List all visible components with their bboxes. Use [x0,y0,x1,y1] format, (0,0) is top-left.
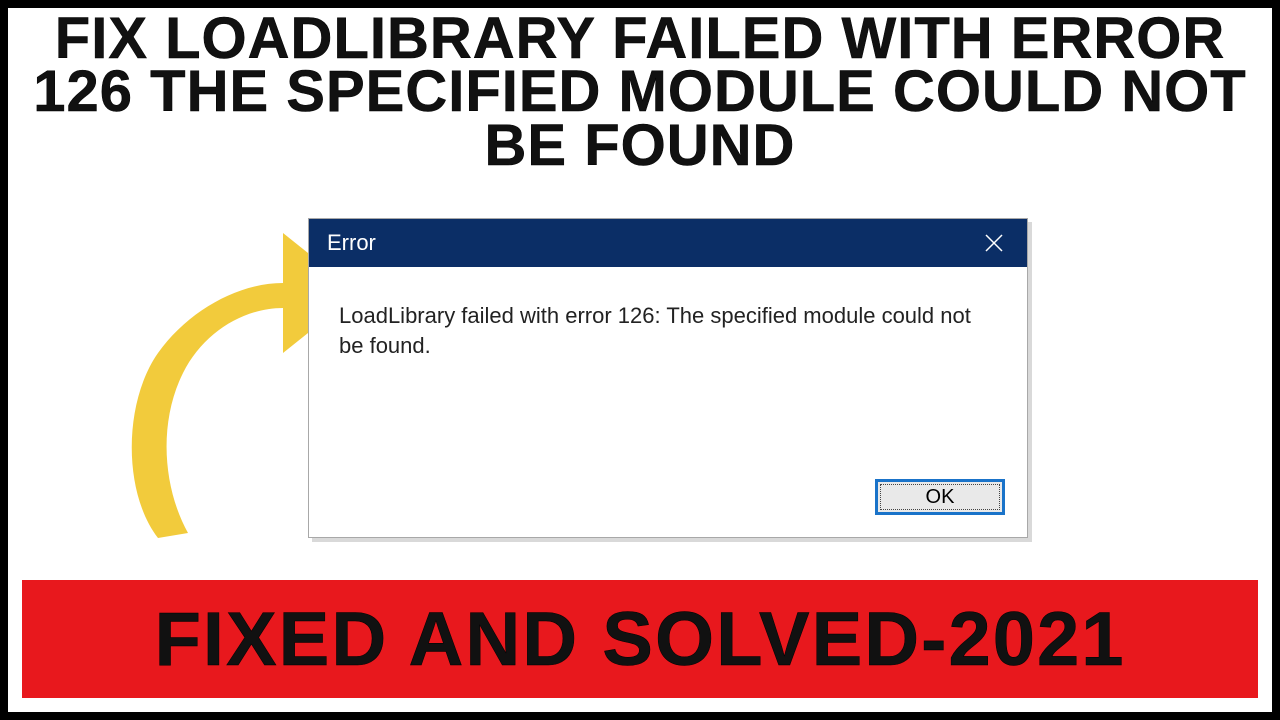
arrow-icon [103,213,343,553]
dialog-title: Error [327,230,376,256]
close-icon [984,233,1004,253]
dialog-titlebar: Error [309,219,1027,267]
close-button[interactable] [971,225,1017,261]
error-dialog: Error LoadLibrary failed with error 126:… [308,218,1028,538]
ok-button[interactable]: OK [875,479,1005,515]
thumbnail-headline: FIX LOADLIBRARY FAILED WITH ERROR 126 TH… [8,8,1272,172]
dialog-message: LoadLibrary failed with error 126: The s… [309,267,1027,360]
footer-banner-text: FIXED AND SOLVED-2021 [154,596,1125,683]
footer-banner: FIXED AND SOLVED-2021 [22,580,1258,698]
